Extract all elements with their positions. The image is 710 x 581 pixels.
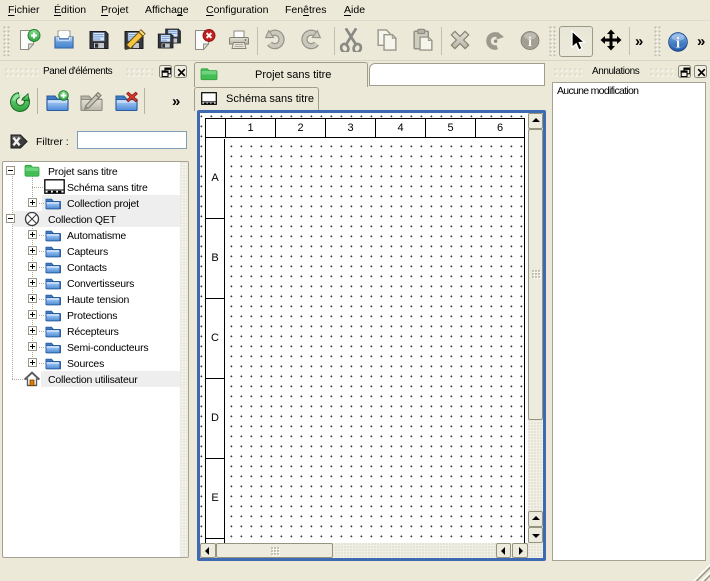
svg-text:i: i xyxy=(528,35,532,50)
svg-text:i: i xyxy=(676,36,680,52)
